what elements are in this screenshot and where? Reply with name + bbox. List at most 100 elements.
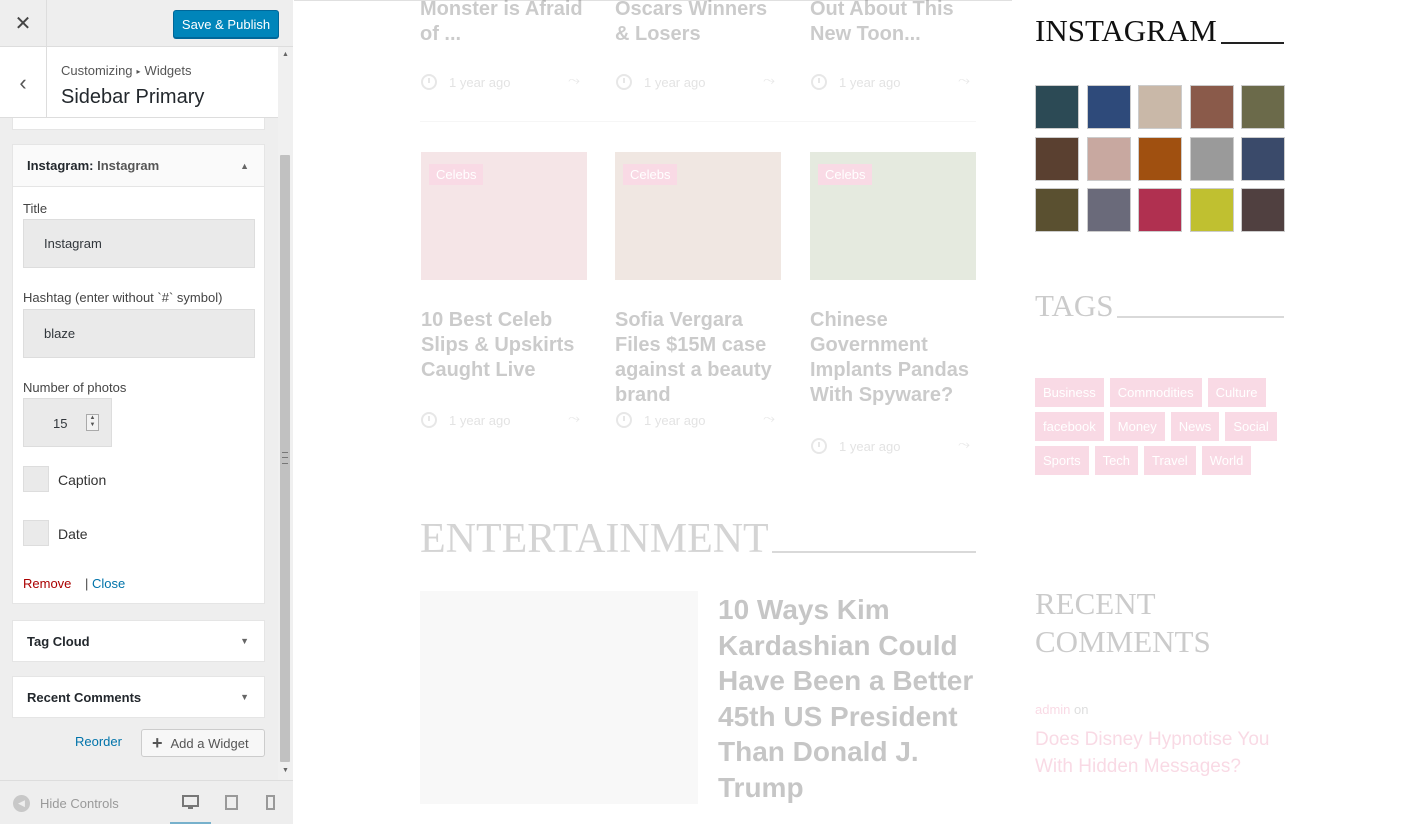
post-meta: 1 year ago: [811, 74, 900, 90]
close-widget-link[interactable]: Close: [92, 576, 125, 591]
instagram-photo[interactable]: [1189, 136, 1234, 181]
instagram-photo[interactable]: [1086, 85, 1131, 129]
comment-post-link[interactable]: Does Disney Hypnotise You With Hidden Me…: [1035, 726, 1275, 780]
tag-link[interactable]: Tech: [1094, 446, 1139, 475]
instagram-photo[interactable]: [1138, 85, 1182, 129]
close-customizer-button[interactable]: ✕: [0, 0, 47, 47]
site-preview: Monster is Afraid of ... Oscars Winners …: [294, 0, 1411, 824]
comment-meta: admin on: [1035, 702, 1089, 717]
photos-field-label: Number of photos: [23, 380, 127, 395]
instagram-photo[interactable]: [1241, 85, 1285, 129]
share-icon[interactable]: ⤳: [958, 436, 970, 453]
add-widget-button[interactable]: + Add a Widget: [141, 729, 265, 757]
post-thumbnail[interactable]: Celebs: [810, 152, 976, 280]
tags-heading: TAGS: [1035, 288, 1114, 323]
desktop-preview-icon[interactable]: [182, 795, 199, 814]
post-thumbnail[interactable]: Celebs: [615, 152, 781, 280]
instagram-heading-rule: [1221, 42, 1284, 44]
share-icon[interactable]: ⤳: [568, 410, 580, 427]
tag-link[interactable]: World: [1201, 446, 1252, 475]
tag-cloud-widget[interactable]: Tag Cloud ▼: [12, 620, 265, 662]
tag-link[interactable]: Travel: [1144, 446, 1196, 475]
instagram-photo[interactable]: [1241, 136, 1285, 181]
instagram-photo[interactable]: [1189, 85, 1234, 129]
mobile-preview-icon[interactable]: [266, 795, 275, 814]
tag-link[interactable]: Social: [1225, 412, 1277, 441]
instagram-photo[interactable]: [1086, 188, 1131, 232]
instagram-photo[interactable]: [1241, 188, 1285, 232]
tablet-preview-icon[interactable]: [225, 795, 238, 814]
post-title[interactable]: Sofia Vergara Files $15M case against a …: [615, 308, 785, 408]
tag-link[interactable]: Culture: [1207, 378, 1266, 407]
instagram-widget-header[interactable]: Instagram: Instagram ▲: [13, 145, 264, 187]
share-icon[interactable]: ⤳: [763, 410, 775, 427]
customizer-footer: ◀ Hide Controls: [0, 780, 293, 824]
breadcrumb-leaf: Widgets: [144, 63, 192, 78]
category-badge[interactable]: Celebs: [818, 164, 873, 185]
post-title[interactable]: Chinese Government Implants Pandas With …: [810, 308, 970, 408]
hashtag-field-label: Hashtag (enter without `#` symbol): [23, 290, 223, 305]
save-publish-button[interactable]: Save & Publish: [173, 10, 279, 38]
post-meta: 1 year ago: [421, 412, 510, 428]
feature-image[interactable]: [420, 591, 698, 804]
stepper-arrows-icon[interactable]: ▲ ▼: [86, 414, 99, 431]
add-widget-label: Add a Widget: [170, 735, 249, 751]
comment-on: on: [1074, 702, 1089, 717]
post-title[interactable]: Out About This New Toon...: [810, 0, 980, 47]
clock-icon: [811, 438, 827, 454]
instagram-photo-grid: [1035, 85, 1285, 232]
instagram-photo[interactable]: [1138, 136, 1182, 181]
post-title[interactable]: Oscars Winners & Losers: [615, 0, 785, 47]
instagram-heading: INSTAGRAM: [1035, 13, 1217, 48]
post-meta: 1 year ago: [616, 412, 705, 428]
date-checkbox[interactable]: [23, 520, 49, 546]
hashtag-field[interactable]: blaze: [23, 309, 255, 358]
instagram-photo[interactable]: [1189, 188, 1234, 232]
scroll-down-icon[interactable]: ▼: [282, 767, 289, 774]
instagram-photo[interactable]: [1035, 136, 1079, 181]
hide-controls-button[interactable]: ◀ Hide Controls: [13, 795, 119, 812]
comment-author[interactable]: admin: [1035, 702, 1070, 717]
post-meta: 1 year ago: [421, 74, 510, 90]
tag-link[interactable]: Money: [1109, 412, 1165, 441]
reorder-link[interactable]: Reorder: [75, 734, 122, 749]
remove-widget-link[interactable]: Remove: [23, 576, 71, 591]
caption-label: Caption: [58, 472, 107, 488]
category-badge[interactable]: Celebs: [623, 164, 678, 185]
tag-link[interactable]: facebook: [1035, 412, 1104, 441]
clock-icon: [616, 412, 632, 428]
tag-link[interactable]: Business: [1035, 378, 1104, 407]
post-title[interactable]: 10 Best Celeb Slips & Upskirts Caught Li…: [421, 308, 591, 383]
share-icon[interactable]: ⤳: [958, 72, 970, 89]
tag-link[interactable]: News: [1170, 412, 1220, 441]
breadcrumb: Customizing ▸ Widgets: [61, 63, 192, 78]
instagram-photo[interactable]: [1035, 85, 1079, 129]
scroll-up-icon[interactable]: ▲: [282, 51, 289, 58]
clock-icon: [616, 74, 632, 90]
recent-comments-widget[interactable]: Recent Comments ▼: [12, 676, 265, 718]
post-title[interactable]: Monster is Afraid of ...: [420, 0, 590, 47]
share-icon[interactable]: ⤳: [763, 72, 775, 89]
share-icon[interactable]: ⤳: [568, 72, 580, 89]
tag-link[interactable]: Commodities: [1109, 378, 1202, 407]
feature-title[interactable]: 10 Ways Kim Kardashian Could Have Been a…: [718, 592, 978, 805]
widget-type-label: Instagram:: [27, 158, 94, 173]
back-button[interactable]: ‹: [0, 47, 47, 118]
category-badge[interactable]: Celebs: [429, 164, 484, 185]
post-thumbnail[interactable]: Celebs: [421, 152, 587, 280]
section-title: Sidebar Primary: [61, 86, 205, 108]
title-field-label: Title: [23, 201, 48, 216]
photos-stepper[interactable]: 15 ▲ ▼: [23, 398, 112, 447]
post-meta: 1 year ago: [616, 74, 705, 90]
collapse-icon: ◀: [13, 795, 30, 812]
resize-grip-icon[interactable]: [282, 452, 288, 464]
instagram-photo[interactable]: [1138, 188, 1182, 232]
panel-scrollbar[interactable]: ▲ ▼: [278, 47, 293, 780]
caption-checkbox[interactable]: [23, 466, 49, 492]
title-field[interactable]: Instagram: [23, 219, 255, 268]
instagram-photo[interactable]: [1035, 188, 1079, 232]
clock-icon: [811, 74, 827, 90]
tag-cloud: Business Commodities Culture facebook Mo…: [1035, 378, 1285, 475]
tag-link[interactable]: Sports: [1035, 446, 1089, 475]
instagram-photo[interactable]: [1086, 136, 1131, 181]
